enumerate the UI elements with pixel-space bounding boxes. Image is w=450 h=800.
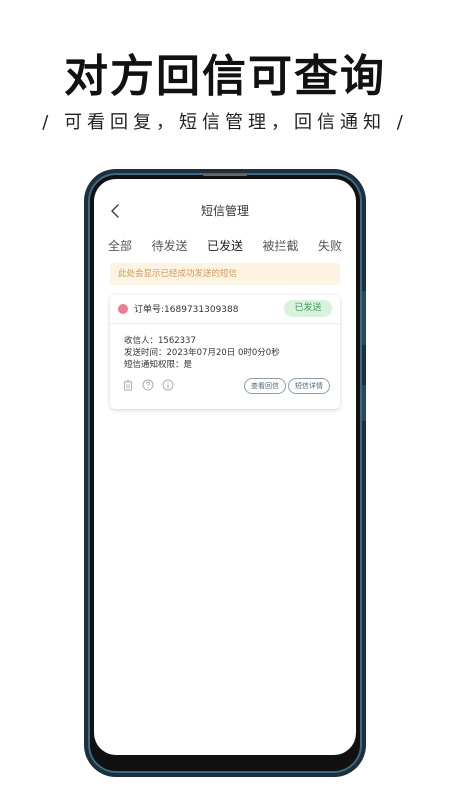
phone-power-button (362, 385, 366, 421)
send-time-label: 发送时间： (124, 348, 167, 358)
order-number: 订单号:1689731309388 (134, 302, 239, 315)
app-header: 短信管理 (94, 199, 356, 227)
tab-sent[interactable]: 已发送 (203, 235, 247, 265)
phone-screen: 短信管理 全部 待发送 已发送 被拦截 失败 此处会显示已经成功发送的短信 订单… (94, 179, 356, 755)
recipient-value: 1562337 (158, 336, 196, 346)
status-dot (118, 304, 128, 314)
promo-subline: / 可看回复，短信管理，回信通知 / (42, 112, 408, 133)
trash-icon[interactable] (122, 379, 134, 391)
notify-permission-label: 短信通知权限： (124, 360, 184, 370)
send-time-row: 发送时间：2023年07月20日 0时0分0秒 (124, 347, 330, 359)
sms-detail-button[interactable]: 短信详情 (288, 378, 330, 394)
tab-failed[interactable]: 失败 (314, 235, 346, 261)
phone-speaker-grill (203, 174, 247, 176)
phone-frame: 短信管理 全部 待发送 已发送 被拦截 失败 此处会显示已经成功发送的短信 订单… (88, 173, 366, 773)
help-icon[interactable] (142, 379, 154, 391)
status-badge: 已发送 (284, 300, 332, 317)
order-number-value: 1689731309388 (164, 305, 239, 315)
info-icon[interactable] (162, 379, 174, 391)
order-number-label: 订单号: (134, 305, 165, 315)
page-title: 短信管理 (200, 204, 249, 218)
order-card[interactable]: 订单号:1689731309388 已发送 收信人：1562337 发送时间：2… (110, 295, 340, 409)
view-reply-button[interactable]: 查看回信 (244, 378, 286, 394)
promo-headline: 对方回信可查询 (64, 51, 386, 102)
send-time-value: 2023年07月20日 0时0分0秒 (166, 348, 280, 358)
notify-permission-row: 短信通知权限：是 (124, 359, 330, 371)
order-details: 收信人：1562337 发送时间：2023年07月20日 0时0分0秒 短信通知… (124, 335, 330, 371)
notify-permission-value: 是 (183, 360, 193, 370)
notice-banner: 此处会显示已经成功发送的短信 (110, 263, 340, 285)
tab-blocked[interactable]: 被拦截 (258, 235, 302, 261)
recipient-row: 收信人：1562337 (124, 335, 330, 347)
tab-pending[interactable]: 待发送 (147, 235, 191, 261)
tab-all[interactable]: 全部 (104, 235, 136, 261)
order-card-header: 订单号:1689731309388 已发送 (110, 295, 340, 324)
status-tabs: 全部 待发送 已发送 被拦截 失败 (104, 235, 346, 265)
recipient-label: 收信人： (124, 336, 159, 346)
order-actions: 查看回信 短信详情 (122, 378, 330, 396)
phone-volume-button (362, 291, 366, 345)
